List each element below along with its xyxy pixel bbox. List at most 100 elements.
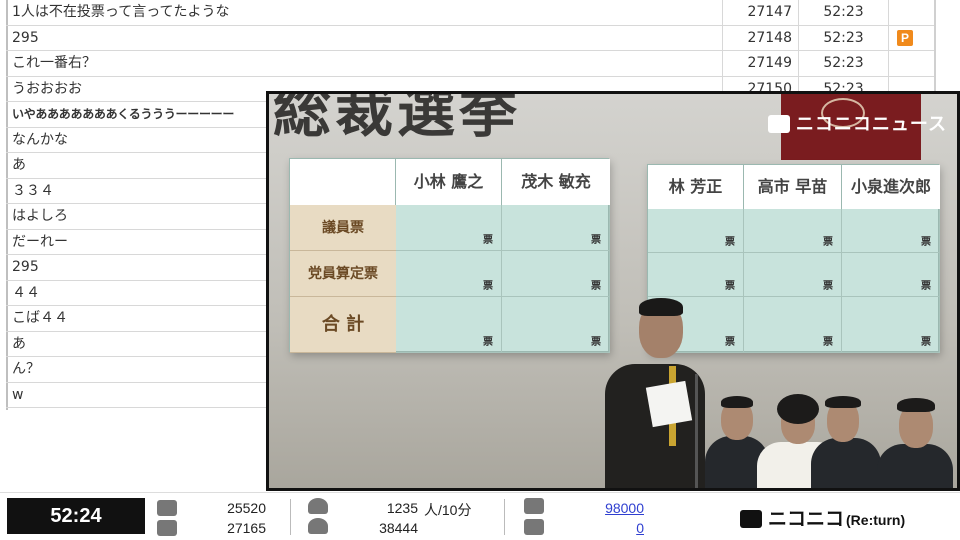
- divider: [504, 499, 505, 535]
- speech-paper: [645, 380, 693, 428]
- vote-cell: 票: [396, 297, 502, 353]
- board-corner: [290, 159, 396, 205]
- viewer-rate-unit: 人/10分: [424, 502, 472, 518]
- comment-text: いやあああああああくるうううーーーーー: [12, 107, 235, 121]
- ad-points-link[interactable]: 98000: [560, 500, 644, 516]
- comment-row[interactable]: 295 27148 52:23 P: [6, 25, 934, 51]
- comment-text: あ: [12, 157, 26, 173]
- vote-cell: 票: [648, 209, 744, 253]
- comment-flag: P: [888, 25, 934, 51]
- comment-time: 52:23: [798, 25, 888, 51]
- seated-person-hair: [825, 396, 861, 408]
- vote-cell: 票: [502, 205, 610, 251]
- seated-person: [877, 444, 953, 488]
- megaphone-icon: [524, 498, 544, 514]
- comment-stack-icon: [157, 520, 177, 536]
- viewer-icon: [308, 498, 328, 514]
- comment-row[interactable]: これ一番右？ 27149 52:23: [6, 51, 934, 77]
- comment-text: なんかな: [12, 131, 68, 148]
- comment-text: 1人は不在投票って言ってたような: [12, 4, 230, 20]
- comment-number: 27148: [722, 25, 798, 51]
- vote-cell: 票: [842, 297, 940, 353]
- comment-text: ん？: [12, 361, 40, 377]
- results-board-left: 小林 鷹之 茂木 敏充 議員票 党員算定票 合 計 票 票 票 票 票 票: [289, 158, 610, 353]
- row-label: 議員票: [290, 205, 396, 251]
- comment-text: はよしろ: [12, 208, 68, 224]
- vote-unit: 票: [591, 235, 601, 246]
- video-player[interactable]: 総裁選挙 ニコニコニュース 小林 鷹之 茂木 敏充 議員票 党員算定票 合 計 …: [266, 91, 960, 491]
- logo-text: ニコニコ: [768, 509, 845, 530]
- viewer-total: 38444: [379, 520, 418, 536]
- logo-subtext: (Re:turn): [846, 512, 906, 528]
- row-label: 党員算定票: [290, 251, 396, 297]
- video-frame: 総裁選挙 ニコニコニュース 小林 鷹之 茂木 敏充 議員票 党員算定票 合 計 …: [269, 94, 957, 488]
- candidate-header: 小林 鷹之: [396, 159, 502, 205]
- candidate-header: 茂木 敏充: [502, 159, 610, 205]
- comment-row[interactable]: 1人は不在投票って言ってたような 27147 52:23: [6, 0, 934, 26]
- comment-time: 52:23: [798, 51, 888, 76]
- vote-cell: 票: [842, 209, 940, 253]
- vote-unit: 票: [483, 235, 493, 246]
- tv-icon: [740, 510, 762, 528]
- vote-unit: 票: [483, 281, 493, 292]
- vote-unit: 票: [823, 337, 833, 348]
- vote-cell: 票: [744, 253, 842, 297]
- vote-unit: 票: [483, 337, 493, 348]
- speaker-hair: [639, 298, 683, 316]
- nicovideo-logo: ニコニコ (Re:turn): [740, 504, 905, 531]
- seated-person-hair: [897, 398, 935, 412]
- comment-text: 295: [12, 29, 39, 46]
- candidate-header: 高市 早苗: [744, 165, 842, 209]
- comment-flag: [888, 51, 934, 76]
- vote-cell: 票: [502, 251, 610, 297]
- gift-points-link[interactable]: 0: [560, 520, 644, 536]
- app-window: 1人は不在投票って言ってたような 27147 52:23 295 27148 52:23 P…: [0, 0, 960, 540]
- seated-person: [811, 438, 881, 488]
- results-board-right: 林 芳正 高市 早苗 小泉進次郎 票 票 票 票 票 票 票 票 票: [647, 164, 940, 353]
- channel-watermark: ニコニコニュース: [767, 110, 947, 136]
- vote-unit: 票: [725, 281, 735, 292]
- vote-cell: 票: [744, 297, 842, 353]
- seated-woman-hair: [777, 394, 819, 424]
- comment-text: ４４: [12, 284, 40, 301]
- comment-time: 52:23: [798, 0, 888, 25]
- stage-headline: 総裁選挙: [273, 91, 522, 145]
- comment-text: こば４４: [12, 310, 68, 326]
- vote-unit: 票: [921, 337, 931, 348]
- tv-icon: [767, 115, 790, 133]
- comment-text: あ: [12, 335, 26, 352]
- seated-person-hair: [721, 396, 753, 408]
- vote-unit: 票: [725, 337, 735, 348]
- candidate-header: 林 芳正: [648, 165, 744, 209]
- status-bar: 52:24 25520 27165 1235 人/10分 38444 98000…: [0, 492, 960, 540]
- comment-flag: [888, 0, 934, 25]
- comment-stat-1: 25520: [227, 500, 266, 516]
- vote-cell: 票: [648, 253, 744, 297]
- comment-text: これ一番右？: [12, 55, 96, 71]
- comment-icon: [157, 500, 177, 516]
- comment-stat-2: 27165: [227, 520, 266, 536]
- vote-cell: 票: [396, 205, 502, 251]
- playback-clock: 52:24: [7, 498, 145, 534]
- comment-number: 27149: [722, 51, 798, 76]
- vote-unit: 票: [823, 237, 833, 248]
- candidate-header: 小泉進次郎: [842, 165, 940, 209]
- comment-text: 295: [12, 259, 39, 275]
- gift-icon: [524, 519, 544, 535]
- vote-unit: 票: [591, 281, 601, 292]
- premium-badge-icon: P: [897, 29, 913, 46]
- viewer-rate: 1235: [386, 500, 418, 516]
- comment-text: ３３４: [12, 182, 54, 199]
- vote-unit: 票: [823, 281, 833, 292]
- vote-cell: 票: [396, 251, 502, 297]
- vote-unit: 票: [921, 237, 931, 248]
- vote-cell: 票: [744, 209, 842, 253]
- vote-unit: 票: [725, 237, 735, 248]
- divider: [290, 499, 291, 535]
- comment-text: うおおおお: [12, 80, 82, 97]
- vote-unit: 票: [591, 337, 601, 348]
- vote-cell: 票: [842, 253, 940, 297]
- channel-name: ニコニコニュース: [795, 114, 947, 134]
- row-label: 合 計: [290, 297, 396, 353]
- vote-unit: 票: [921, 281, 931, 292]
